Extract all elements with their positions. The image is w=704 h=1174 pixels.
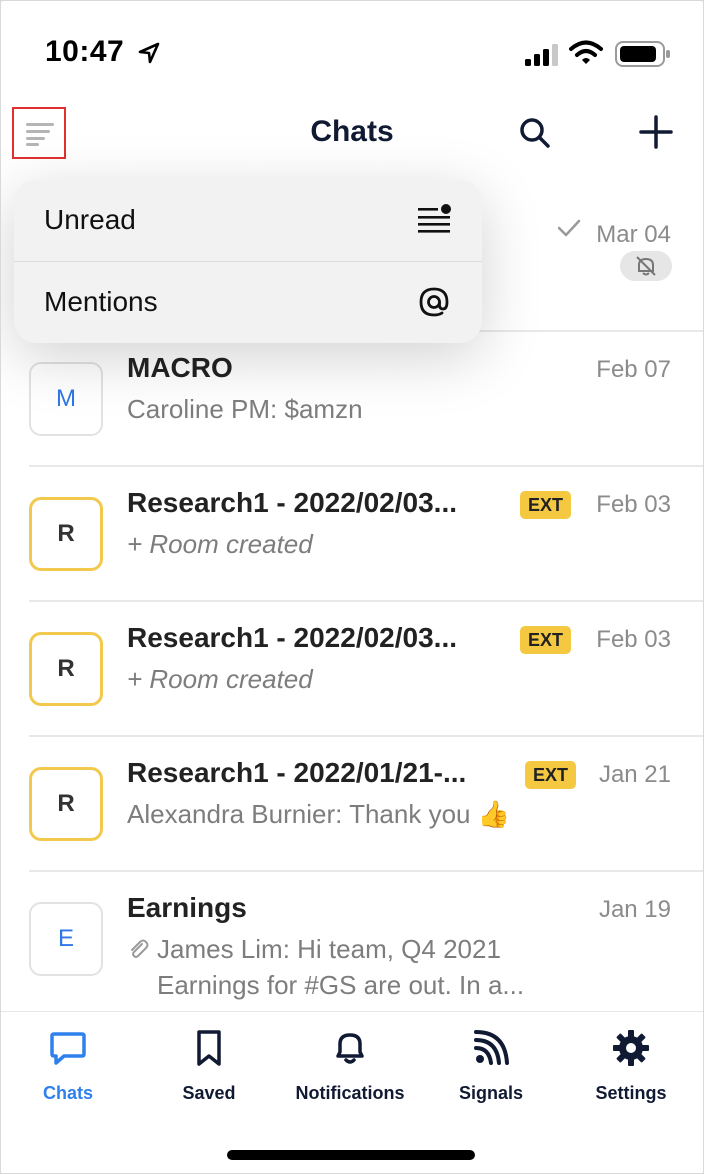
chat-last-message: Alexandra Burnier: Thank you 👍: [127, 799, 511, 829]
tab-settings[interactable]: Settings: [561, 1028, 701, 1104]
chat-date: Jan 19: [598, 896, 671, 923]
avatar: R: [29, 497, 103, 571]
chat-title: MACRO: [127, 352, 233, 383]
add-chat-icon[interactable]: [635, 111, 677, 153]
tab-signals[interactable]: Signals: [421, 1028, 561, 1104]
tab-bar: Chats Saved Notifications Signals Settin…: [1, 1011, 703, 1173]
dropdown-item-label: Unread: [44, 204, 136, 235]
chat-bubble-icon: [50, 1032, 86, 1065]
chat-date: Mar 04: [596, 221, 671, 248]
bookmark-icon: [197, 1030, 221, 1066]
tab-saved[interactable]: Saved: [139, 1028, 279, 1104]
chat-last-message: + Room created: [127, 664, 313, 694]
battery-icon: [615, 41, 670, 67]
chat-date: Feb 03: [596, 491, 671, 518]
home-indicator: [227, 1150, 475, 1160]
location-arrow-icon: [138, 42, 160, 64]
filter-dropdown: Unread Mentions: [14, 180, 482, 343]
ext-badge: EXT: [525, 761, 577, 789]
tab-label: Saved: [182, 1083, 236, 1103]
tab-label: Settings: [595, 1083, 667, 1103]
dropdown-item-mentions[interactable]: Mentions: [14, 262, 482, 343]
tab-chats[interactable]: Chats: [1, 1028, 138, 1104]
chat-date: Jan 21: [598, 761, 671, 788]
chat-last-message-line2: Earnings for #GS are out. In a...: [157, 970, 525, 1000]
ext-badge: EXT: [520, 626, 572, 654]
bell-icon: [336, 1033, 364, 1064]
status-time: 10:47: [45, 35, 125, 68]
avatar: R: [29, 632, 103, 706]
chat-row[interactable]: E Earnings Jan 19 James Lim: Hi team, Q4…: [1, 872, 703, 1012]
tab-label: Signals: [458, 1083, 524, 1103]
chat-title: Research1 - 2022/01/21-...: [127, 757, 467, 788]
wifi-icon: [569, 40, 603, 64]
attachment-icon: [131, 939, 149, 958]
bell-off-icon: [636, 256, 656, 276]
chat-last-message: + Room created: [127, 529, 313, 559]
ext-badge: EXT: [520, 491, 572, 519]
chat-title: Research1 - 2022/02/03...: [127, 622, 458, 653]
unread-list-icon: [418, 204, 451, 233]
signal-rss-icon: [474, 1030, 509, 1065]
chat-row[interactable]: M MACRO Feb 07 Caroline PM: $amzn: [1, 332, 703, 467]
chat-date: Feb 03: [596, 626, 671, 653]
avatar: M: [29, 362, 103, 436]
avatar: R: [29, 767, 103, 841]
chat-row[interactable]: R Research1 - 2022/02/03... EXT Feb 03 +…: [1, 602, 703, 737]
avatar: E: [29, 902, 103, 976]
chat-last-message: James Lim: Hi team, Q4 2021: [157, 934, 501, 964]
dropdown-item-label: Mentions: [44, 286, 158, 317]
at-icon: [419, 287, 449, 317]
muted-badge: [620, 251, 672, 281]
read-check-icon: [557, 219, 581, 237]
screen: 10:47 Chats Mar 04 M MACRO Feb 07 Caroli…: [1, 1, 703, 1173]
chat-last-message: Caroline PM: $amzn: [127, 394, 363, 424]
gear-icon: [613, 1030, 649, 1066]
chat-title: Research1 - 2022/02/03...: [127, 487, 458, 518]
chat-row[interactable]: R Research1 - 2022/01/21-... EXT Jan 21 …: [1, 737, 703, 872]
chat-title: Earnings: [127, 892, 247, 923]
cellular-signal-icon: [525, 44, 558, 66]
search-icon[interactable]: [515, 113, 555, 153]
tab-notifications[interactable]: Notifications: [280, 1028, 420, 1104]
page-title: Chats: [310, 115, 394, 148]
dropdown-item-unread[interactable]: Unread: [14, 180, 482, 261]
tab-label: Notifications: [295, 1083, 405, 1103]
chat-row[interactable]: R Research1 - 2022/02/03... EXT Feb 03 +…: [1, 467, 703, 602]
chat-date: Feb 07: [596, 356, 671, 383]
tab-label: Chats: [42, 1083, 93, 1103]
